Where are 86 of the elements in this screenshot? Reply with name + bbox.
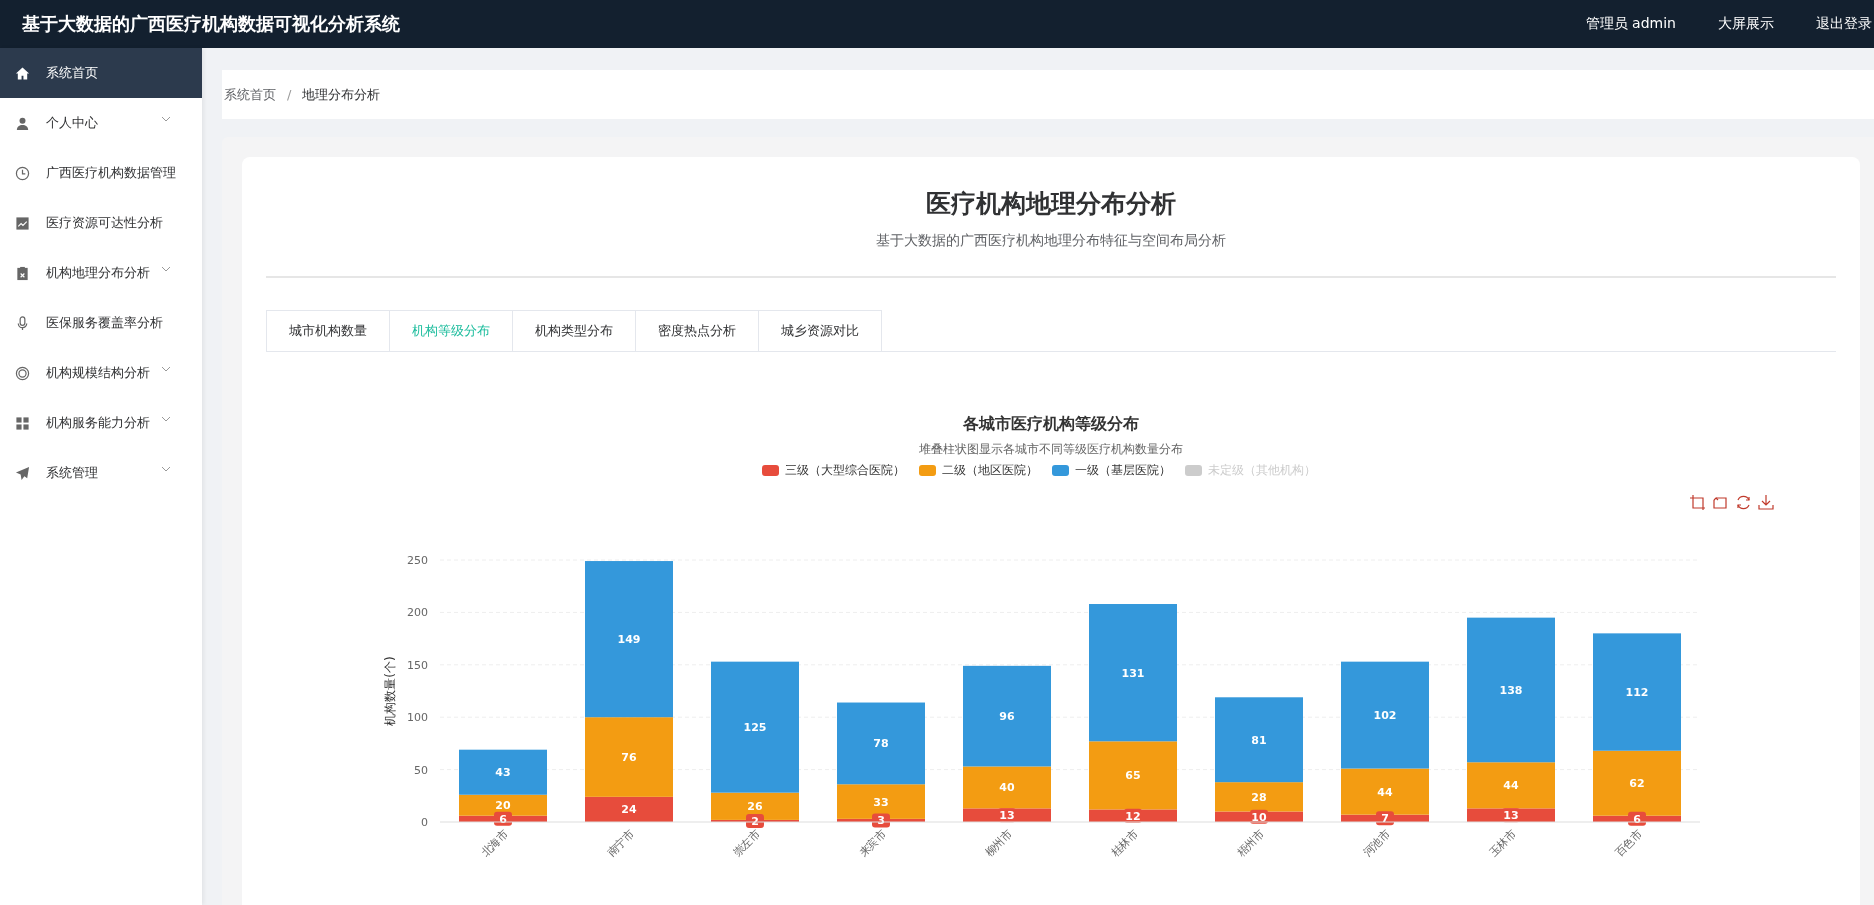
data-label: 81 bbox=[1251, 733, 1267, 747]
header-link[interactable]: 管理员 admin bbox=[1585, 15, 1676, 33]
chart-subtitle: 堆叠柱状图显示各城市不同等级医疗机构数量分布 bbox=[918, 441, 1184, 458]
data-label: 96 bbox=[999, 710, 1015, 724]
breadcrumb-link[interactable]: 系统首页 bbox=[224, 85, 276, 104]
data-label: 24 bbox=[621, 803, 637, 817]
ring-icon bbox=[15, 365, 30, 381]
clock-icon bbox=[15, 165, 30, 181]
data-label: 26 bbox=[747, 800, 763, 814]
data-label: 6 bbox=[1633, 812, 1642, 826]
x-tick-label: 梧州市 bbox=[1234, 826, 1268, 860]
home-icon bbox=[15, 65, 30, 81]
data-label: 13 bbox=[1502, 808, 1520, 823]
y-tick-label: 200 bbox=[407, 606, 428, 620]
tab[interactable]: 城市机构数量 bbox=[266, 310, 390, 351]
data-label: 2 bbox=[751, 814, 759, 828]
x-tick-label: 柳州市 bbox=[982, 826, 1016, 860]
tab[interactable]: 城乡资源对比 bbox=[758, 310, 882, 351]
data-label: 33 bbox=[873, 795, 889, 809]
legend-item[interactable]: 一级（基层医院） bbox=[1052, 462, 1171, 479]
data-label: 6 bbox=[499, 812, 508, 826]
data-label: 76 bbox=[621, 751, 637, 764]
paper-plane-icon bbox=[15, 465, 30, 481]
y-tick-label: 0 bbox=[421, 816, 428, 829]
data-label: 112 bbox=[1625, 686, 1649, 700]
x-tick-label: 玉林市 bbox=[1486, 826, 1520, 860]
data-label: 7 bbox=[1381, 812, 1389, 826]
data-label: 28 bbox=[1251, 790, 1267, 804]
sidebar-item[interactable]: 医保服务覆盖率分析 bbox=[0, 298, 202, 348]
x-tick-label: 河池市 bbox=[1360, 826, 1394, 860]
x-tick-label: 崇左市 bbox=[730, 826, 764, 860]
header-link[interactable]: 退出登录 bbox=[1816, 15, 1872, 33]
breadcrumb-link[interactable]: 地理分布分析 bbox=[302, 85, 381, 104]
clipboard-icon bbox=[15, 265, 30, 281]
sidebar-item[interactable]: 机构规模结构分析 bbox=[0, 348, 202, 398]
sidebar-item[interactable]: 个人中心 bbox=[0, 98, 202, 148]
legend-label: 一级（基层医院） bbox=[1075, 462, 1171, 479]
download-icon[interactable] bbox=[1758, 494, 1774, 510]
data-label: 131 bbox=[1121, 666, 1145, 680]
undo-zoom-icon[interactable] bbox=[1713, 497, 1727, 509]
sidebar-item[interactable]: 机构服务能力分析 bbox=[0, 398, 202, 448]
data-label: 78 bbox=[873, 737, 889, 751]
page-subtitle: 基于大数据的广西医疗机构地理分布特征与空间布局分析 bbox=[875, 232, 1227, 250]
legend-label: 三级（大型综合医院） bbox=[785, 462, 905, 479]
data-label: 44 bbox=[1503, 779, 1519, 793]
chart-icon bbox=[15, 215, 30, 231]
sidebar-item[interactable]: 系统管理 bbox=[0, 448, 202, 498]
y-tick-label: 250 bbox=[407, 554, 428, 567]
sidebar-item[interactable]: 医疗资源可达性分析 bbox=[0, 198, 202, 248]
data-label: 62 bbox=[1629, 777, 1645, 791]
breadcrumb-separator: / bbox=[287, 87, 292, 102]
data-label: 3 bbox=[877, 814, 885, 828]
data-label: 13 bbox=[998, 808, 1016, 823]
data-label: 44 bbox=[1377, 785, 1393, 799]
data-label: 65 bbox=[1125, 769, 1141, 783]
x-tick-label: 南宁市 bbox=[604, 826, 638, 860]
y-axis-title: 机构数量(个) bbox=[383, 656, 397, 726]
data-label: 138 bbox=[1499, 683, 1523, 697]
y-tick-label: 100 bbox=[407, 711, 428, 725]
toolbox-zoom-icon[interactable] bbox=[1689, 494, 1706, 511]
y-tick-label: 50 bbox=[414, 763, 428, 777]
x-tick-label: 桂林市 bbox=[1108, 826, 1142, 860]
y-tick-label: 150 bbox=[407, 658, 428, 672]
x-tick-label: 百色市 bbox=[1612, 826, 1646, 860]
page-title: 医疗机构地理分布分析 bbox=[925, 188, 1177, 220]
app-title: 基于大数据的广西医疗机构数据可视化分析系统 bbox=[22, 12, 400, 36]
header-link[interactable]: 大屏展示 bbox=[1718, 15, 1774, 33]
sidebar-item[interactable]: 机构地理分布分析 bbox=[0, 248, 202, 298]
chart-title: 各城市医疗机构等级分布 bbox=[962, 414, 1140, 435]
data-label: 125 bbox=[743, 721, 767, 735]
refresh-icon[interactable] bbox=[1737, 495, 1750, 510]
x-tick-label: 来宾市 bbox=[856, 826, 890, 860]
legend-label: 二级（地区医院） bbox=[942, 462, 1038, 479]
data-label: 20 bbox=[495, 799, 511, 813]
data-label: 149 bbox=[617, 633, 641, 647]
data-label: 102 bbox=[1373, 709, 1397, 723]
data-label: 43 bbox=[495, 766, 511, 780]
sidebar-item[interactable]: 系统首页 bbox=[0, 48, 202, 98]
x-tick-label: 北海市 bbox=[478, 826, 512, 860]
sidebar-item[interactable]: 广西医疗机构数据管理 bbox=[0, 148, 202, 198]
grid-icon bbox=[15, 415, 30, 431]
data-label: 40 bbox=[999, 781, 1015, 795]
microphone-icon bbox=[15, 315, 30, 331]
legend-item[interactable]: 三级（大型综合医院） bbox=[762, 462, 905, 479]
legend-item[interactable]: 二级（地区医院） bbox=[919, 462, 1038, 479]
user-icon bbox=[15, 115, 30, 131]
